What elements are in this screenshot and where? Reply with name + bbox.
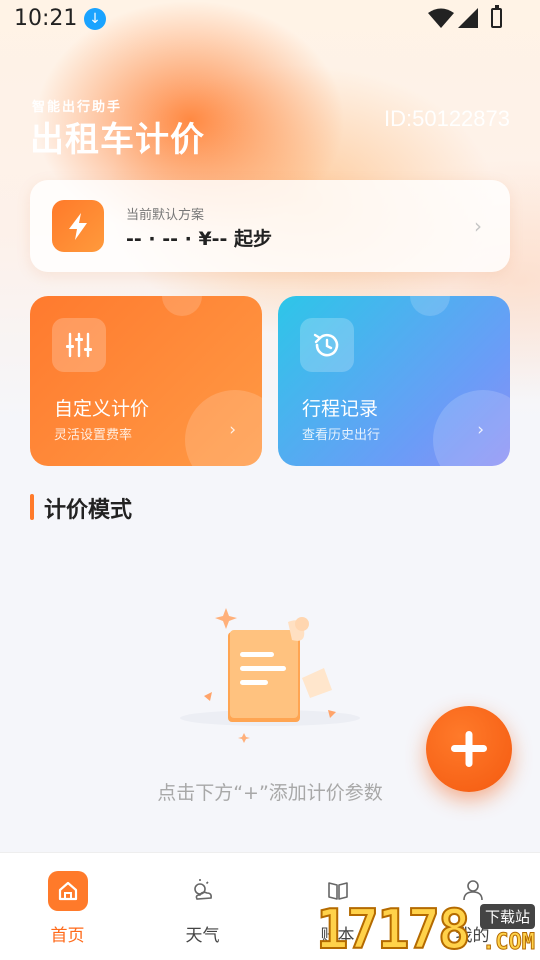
pricing-mode-title: 计价模式 (44, 498, 133, 523)
default-plan-value: -- · -- · ¥-- 起步 (126, 228, 273, 250)
battery-icon (491, 5, 502, 28)
section-accent-bar (30, 494, 34, 520)
lightning-icon (52, 200, 104, 252)
empty-document-illustration (180, 608, 360, 743)
watermark-badge: 下载站 (480, 904, 536, 929)
watermark-number: 17178 (315, 897, 472, 960)
default-plan-card[interactable]: 当前默认方案 -- · -- · ¥-- 起步 › (30, 180, 510, 272)
custom-pricing-subtitle: 灵活设置费率 (54, 428, 133, 443)
decor-circle (162, 296, 202, 316)
weather-icon (183, 871, 223, 911)
decor-circle (410, 296, 450, 316)
signal-icon (458, 8, 478, 28)
wifi-icon (428, 8, 454, 28)
status-time: 10:21 (14, 6, 78, 31)
status-bar: 10:21 ↓ (0, 0, 540, 40)
app-title: 出租车计价 (30, 120, 205, 160)
add-pricing-button[interactable] (426, 706, 512, 792)
nav-item-home[interactable]: 首页 (0, 853, 135, 960)
trip-records-subtitle: 查看历史出行 (302, 428, 381, 443)
custom-pricing-title: 自定义计价 (54, 398, 150, 420)
trip-records-card[interactable]: 行程记录 查看历史出行 › (278, 296, 510, 466)
chevron-right-icon: › (229, 420, 236, 440)
watermark-suffix: .COM (482, 930, 536, 956)
decor-circle (185, 390, 262, 466)
plus-icon (451, 731, 487, 767)
chevron-right-icon: › (477, 420, 484, 440)
download-icon: ↓ (84, 8, 106, 30)
sliders-icon (52, 318, 106, 372)
site-watermark: 17178 下载站 .COM (315, 896, 540, 960)
nav-label-home: 首页 (50, 926, 85, 946)
user-id: ID:50122873 (384, 106, 510, 131)
decor-circle (433, 390, 510, 466)
nav-item-weather[interactable]: 天气 (135, 853, 270, 960)
history-icon (300, 318, 354, 372)
custom-pricing-card[interactable]: 自定义计价 灵活设置费率 › (30, 296, 262, 466)
default-plan-label: 当前默认方案 (126, 208, 205, 223)
trip-records-title: 行程记录 (302, 398, 379, 420)
nav-label-weather: 天气 (185, 926, 220, 946)
home-icon (48, 871, 88, 911)
chevron-right-icon: › (474, 214, 482, 238)
